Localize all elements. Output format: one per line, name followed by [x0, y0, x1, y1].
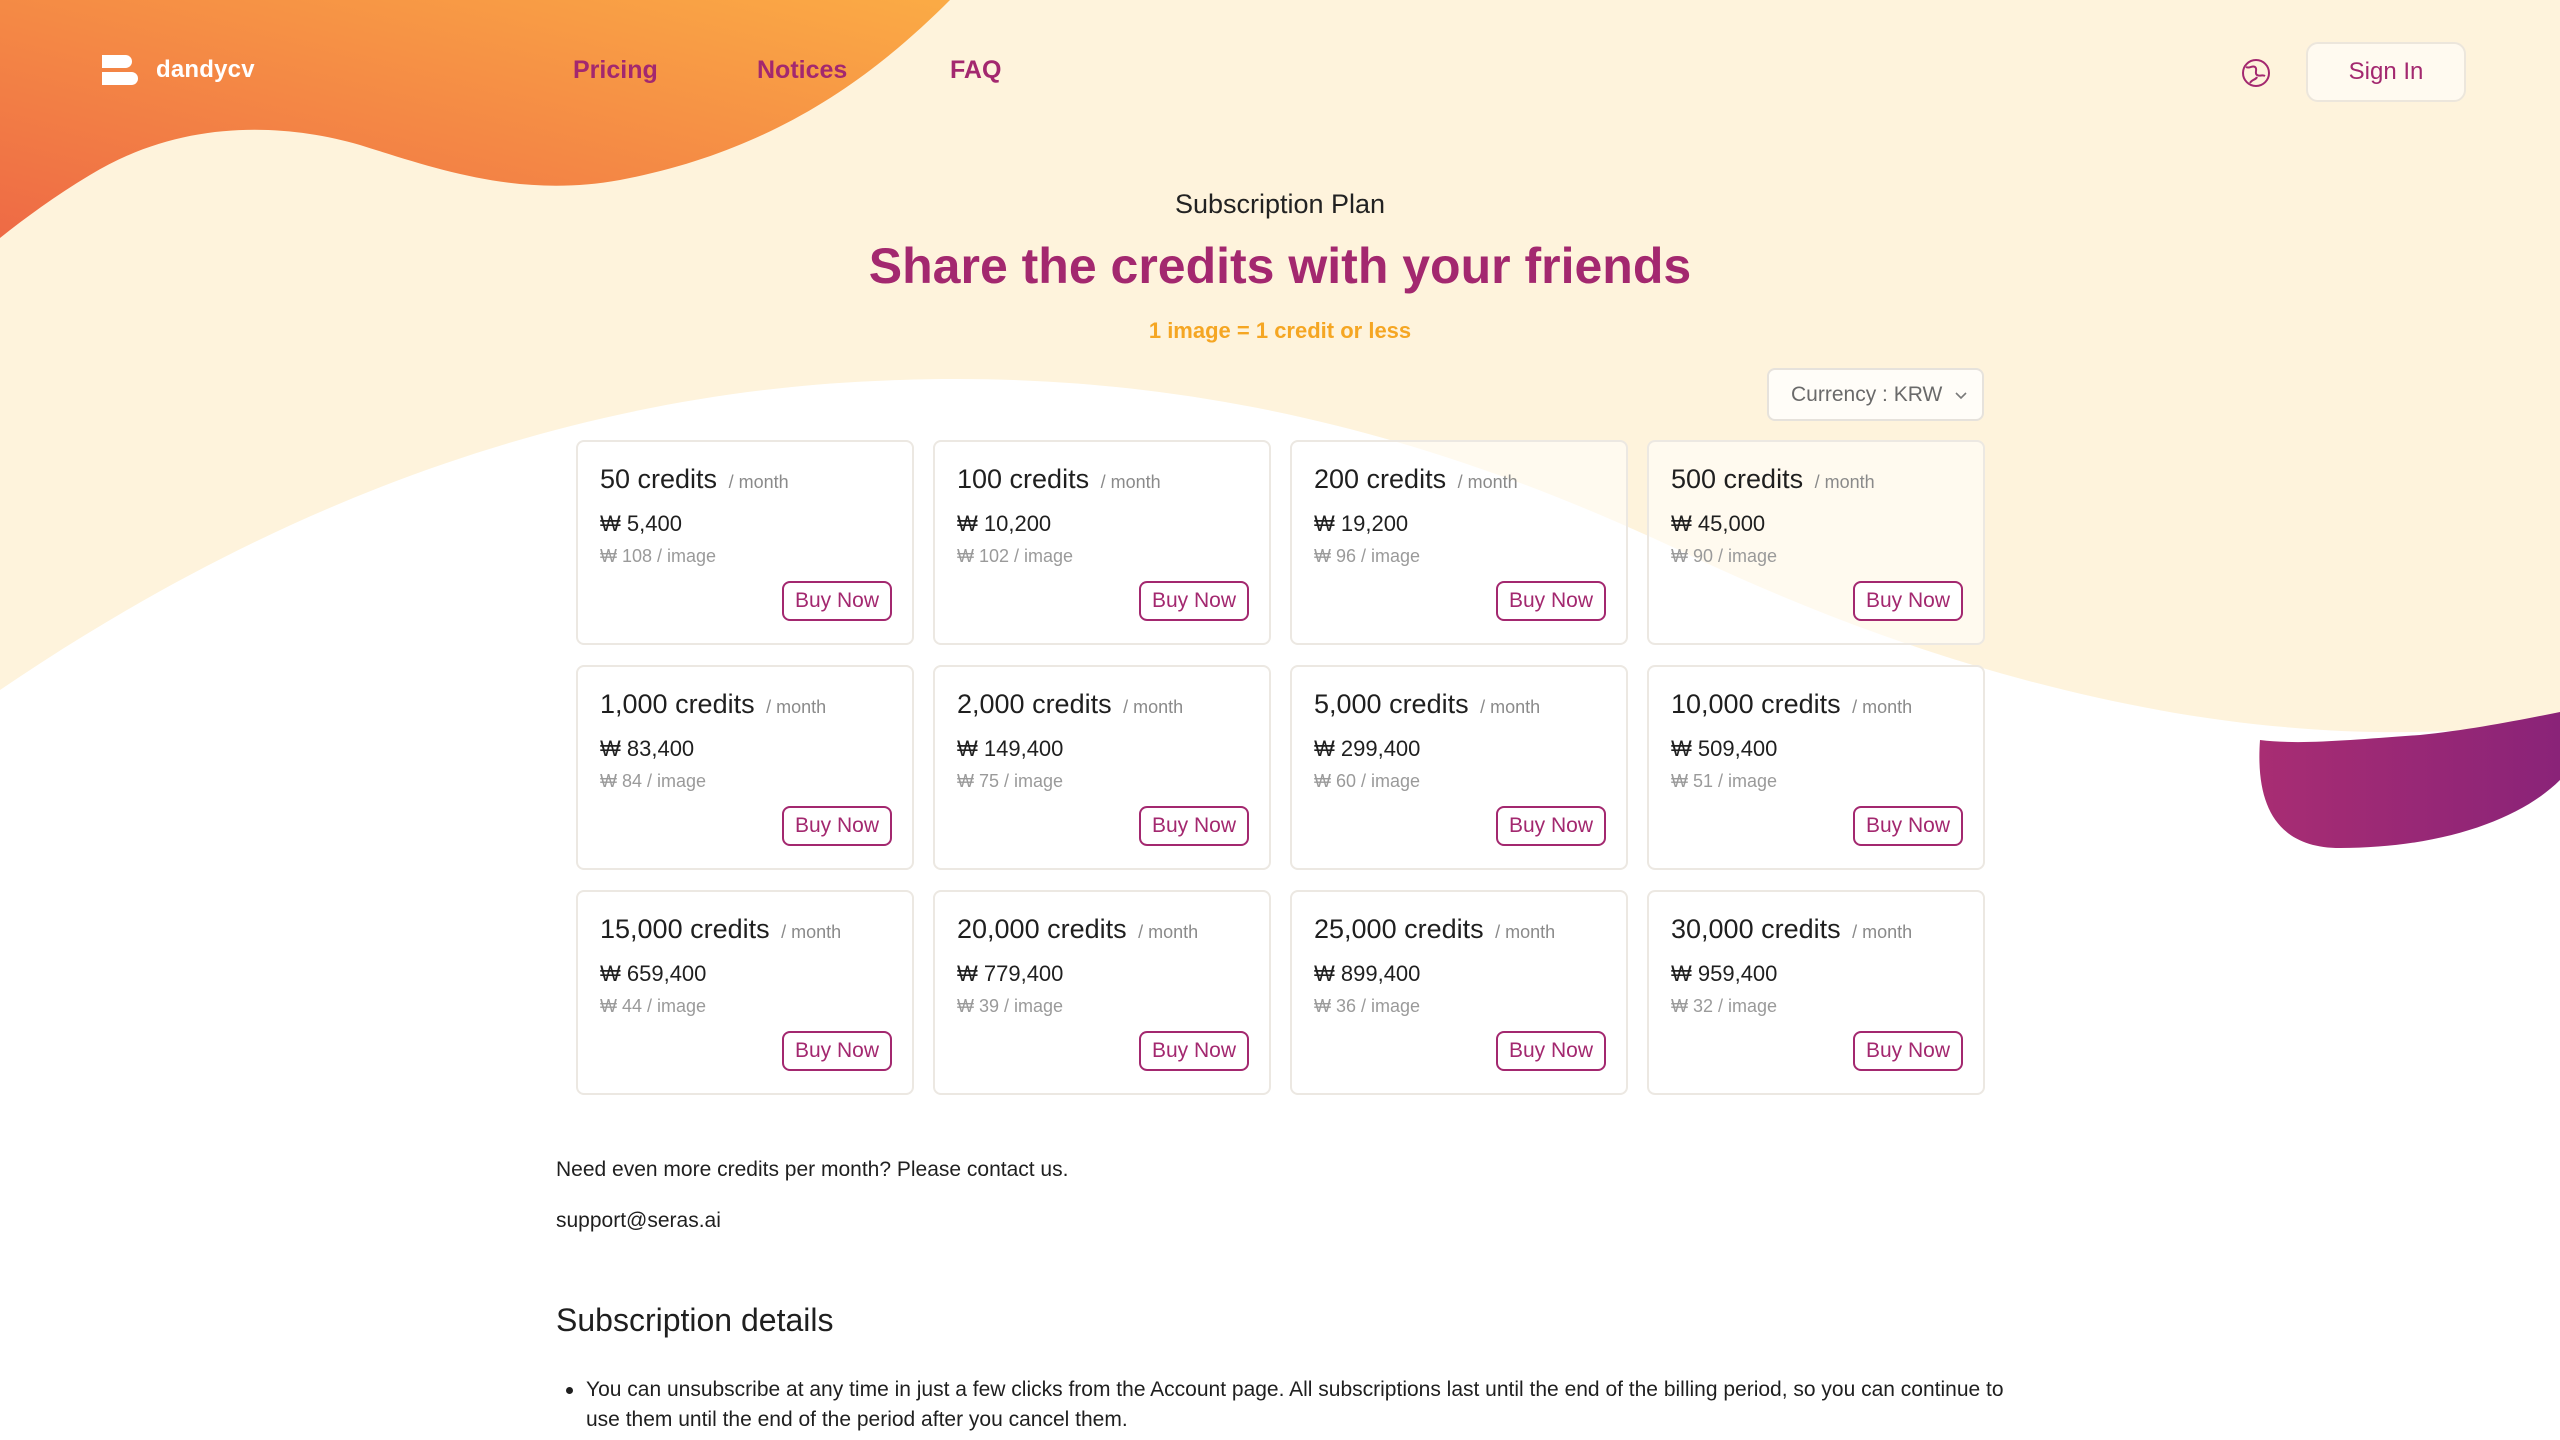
plan-price: ₩ 779,400	[957, 961, 1064, 986]
plan-card: 50 credits / month ₩ 5,400 ₩ 108 / image…	[576, 440, 914, 645]
plan-per-image: ₩ 39 / image	[957, 996, 1064, 1016]
plan-credits: 20,000 credits	[957, 914, 1127, 944]
plan-price: ₩ 5,400	[600, 511, 682, 536]
plan-price: ₩ 10,200	[957, 511, 1052, 536]
chevron-down-icon	[1955, 391, 1967, 399]
plan-credits: 100 credits	[957, 464, 1090, 494]
plan-price: ₩ 299,400	[1314, 736, 1421, 761]
plan-card: 500 credits / month ₩ 45,000 ₩ 90 / imag…	[1647, 440, 1985, 645]
plan-price: ₩ 899,400	[1314, 961, 1421, 986]
plan-credits: 50 credits	[600, 464, 718, 494]
plan-per-image: ₩ 108 / image	[600, 546, 717, 566]
plan-period: / month	[1100, 472, 1161, 492]
plan-period: / month	[1852, 697, 1913, 717]
list-item: You can unsubscribe at any time in just …	[566, 1375, 2006, 1435]
buy-now-button[interactable]: Buy Now	[1853, 806, 1963, 846]
plan-card: 100 credits / month ₩ 10,200 ₩ 102 / ima…	[933, 440, 1271, 645]
plan-price: ₩ 19,200	[1314, 511, 1409, 536]
plan-period: / month	[766, 697, 827, 717]
plan-period: / month	[1814, 472, 1875, 492]
buy-now-button[interactable]: Buy Now	[782, 581, 892, 621]
plan-card: 10,000 credits / month ₩ 509,400 ₩ 51 / …	[1647, 665, 1985, 870]
plan-period: / month	[1123, 697, 1184, 717]
nav-pricing[interactable]: Pricing	[573, 56, 658, 85]
plan-period: / month	[1457, 472, 1518, 492]
tagline: 1 image = 1 credit or less	[1148, 318, 1412, 343]
plan-per-image: ₩ 60 / image	[1314, 771, 1421, 791]
plan-price: ₩ 509,400	[1671, 736, 1778, 761]
plan-card: 5,000 credits / month ₩ 299,400 ₩ 60 / i…	[1290, 665, 1628, 870]
plan-per-image: ₩ 75 / image	[957, 771, 1064, 791]
plan-per-image: ₩ 102 / image	[957, 546, 1074, 566]
plan-per-image: ₩ 36 / image	[1314, 996, 1421, 1016]
plan-credits: 200 credits	[1314, 464, 1447, 494]
plan-per-image: ₩ 90 / image	[1671, 546, 1778, 566]
subscription-details-heading: Subscription details	[556, 1302, 834, 1338]
plan-card: 20,000 credits / month ₩ 779,400 ₩ 39 / …	[933, 890, 1271, 1095]
plan-grid: 50 credits / month ₩ 5,400 ₩ 108 / image…	[576, 440, 1985, 1095]
plan-period: / month	[781, 922, 842, 942]
plan-period: / month	[728, 472, 789, 492]
buy-now-button[interactable]: Buy Now	[1139, 1031, 1249, 1071]
plan-price: ₩ 659,400	[600, 961, 707, 986]
plan-per-image: ₩ 96 / image	[1314, 546, 1421, 566]
buy-now-button[interactable]: Buy Now	[1496, 581, 1606, 621]
plan-card: 30,000 credits / month ₩ 959,400 ₩ 32 / …	[1647, 890, 1985, 1095]
nav-notices[interactable]: Notices	[757, 56, 847, 85]
globe-icon[interactable]	[2240, 57, 2272, 89]
plan-card: 15,000 credits / month ₩ 659,400 ₩ 44 / …	[576, 890, 914, 1095]
plan-card: 25,000 credits / month ₩ 899,400 ₩ 36 / …	[1290, 890, 1628, 1095]
plan-price: ₩ 83,400	[600, 736, 695, 761]
support-email[interactable]: support@seras.ai	[556, 1209, 721, 1233]
plan-credits: 15,000 credits	[600, 914, 770, 944]
buy-now-button[interactable]: Buy Now	[1853, 581, 1963, 621]
buy-now-button[interactable]: Buy Now	[1139, 806, 1249, 846]
brand-name: dandycv	[156, 56, 255, 83]
plan-price: ₩ 45,000	[1671, 511, 1766, 536]
plan-price: ₩ 959,400	[1671, 961, 1778, 986]
brand-logo[interactable]: dandycv	[102, 52, 255, 88]
contact-text: Need even more credits per month? Please…	[556, 1158, 1069, 1181]
plan-period: / month	[1852, 922, 1913, 942]
sign-in-button[interactable]: Sign In	[2306, 42, 2466, 102]
plan-card: 200 credits / month ₩ 19,200 ₩ 96 / imag…	[1290, 440, 1628, 645]
buy-now-button[interactable]: Buy Now	[782, 806, 892, 846]
plan-credits: 2,000 credits	[957, 689, 1112, 719]
page-title: Share the credits with your friends	[868, 238, 1692, 294]
plan-credits: 10,000 credits	[1671, 689, 1841, 719]
currency-label: Currency : KRW	[1791, 382, 1943, 406]
subscription-details-list: You can unsubscribe at any time in just …	[566, 1375, 2006, 1435]
buy-now-button[interactable]: Buy Now	[1139, 581, 1249, 621]
buy-now-button[interactable]: Buy Now	[782, 1031, 892, 1071]
buy-now-button[interactable]: Buy Now	[1496, 1031, 1606, 1071]
plan-per-image: ₩ 84 / image	[600, 771, 707, 791]
buy-now-button[interactable]: Buy Now	[1853, 1031, 1963, 1071]
plan-price: ₩ 149,400	[957, 736, 1064, 761]
section-subtitle: Subscription Plan	[1174, 189, 1386, 219]
plan-credits: 30,000 credits	[1671, 914, 1841, 944]
nav-faq[interactable]: FAQ	[950, 56, 1001, 85]
plan-credits: 5,000 credits	[1314, 689, 1469, 719]
logo-icon	[102, 52, 138, 88]
plan-period: / month	[1138, 922, 1199, 942]
plan-credits: 25,000 credits	[1314, 914, 1484, 944]
plan-per-image: ₩ 44 / image	[600, 996, 707, 1016]
plan-credits: 500 credits	[1671, 464, 1804, 494]
buy-now-button[interactable]: Buy Now	[1496, 806, 1606, 846]
plan-per-image: ₩ 51 / image	[1671, 771, 1778, 791]
plan-period: / month	[1495, 922, 1556, 942]
plan-credits: 1,000 credits	[600, 689, 755, 719]
plan-per-image: ₩ 32 / image	[1671, 996, 1778, 1016]
plan-card: 1,000 credits / month ₩ 83,400 ₩ 84 / im…	[576, 665, 914, 870]
currency-select[interactable]: Currency : KRW	[1767, 368, 1984, 421]
plan-card: 2,000 credits / month ₩ 149,400 ₩ 75 / i…	[933, 665, 1271, 870]
plan-period: / month	[1480, 697, 1541, 717]
